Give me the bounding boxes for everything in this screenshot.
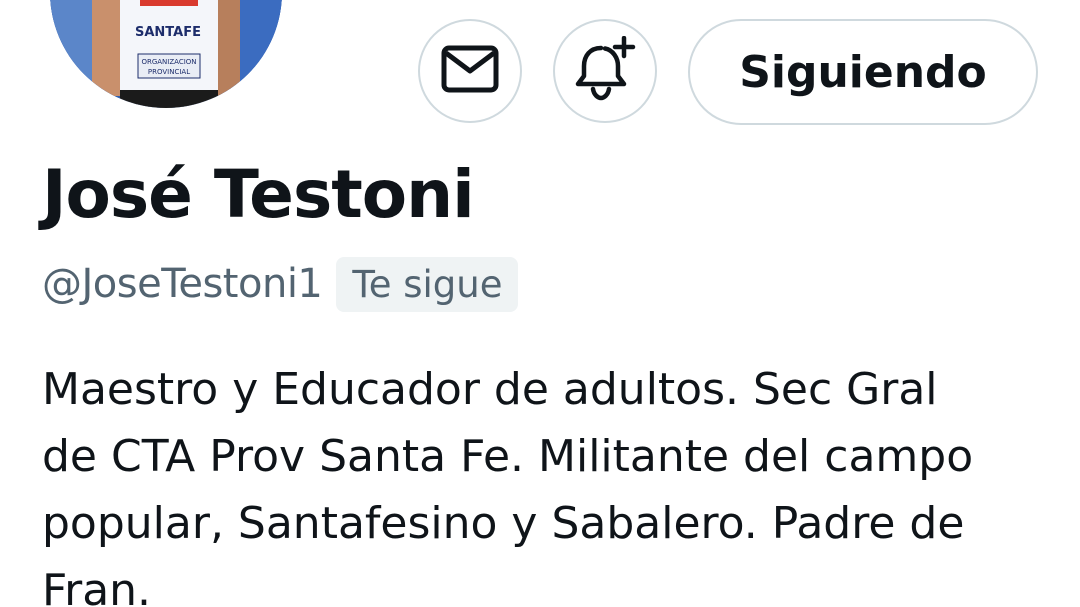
- avatar-shirt-text-3: PROVINCIAL: [148, 68, 190, 76]
- message-button[interactable]: [418, 19, 522, 123]
- display-name: José Testoni: [42, 156, 475, 233]
- user-handle: @JoseTestoni1: [42, 261, 323, 307]
- following-button[interactable]: Siguiendo: [688, 19, 1038, 125]
- notify-button[interactable]: [553, 19, 657, 123]
- bio-line: Fran.: [42, 565, 152, 607]
- bio-line: Maestro y Educador de adultos. Sec Gral: [42, 364, 938, 415]
- profile-header: SANTAFE ORGANIZACION PROVINCIAL Siguiend…: [0, 0, 1080, 607]
- avatar[interactable]: SANTAFE ORGANIZACION PROVINCIAL: [50, 0, 282, 108]
- avatar-photo: SANTAFE ORGANIZACION PROVINCIAL: [50, 0, 282, 108]
- avatar-shirt-text-1: SANTAFE: [135, 25, 201, 40]
- bio-line: de CTA Prov Santa Fe. Militante del camp…: [42, 431, 974, 482]
- follows-you-badge: Te sigue: [336, 256, 519, 312]
- handle-row: @JoseTestoni1 Te sigue: [42, 254, 519, 314]
- avatar-shirt-text-2: ORGANIZACION: [141, 58, 196, 66]
- profile-bio: Maestro y Educador de adultos. Sec Gral …: [42, 356, 1052, 607]
- envelope-icon: [441, 45, 499, 98]
- bio-line: popular, Santafesino y Sabalero. Padre d…: [42, 498, 965, 549]
- bell-plus-icon: [572, 35, 638, 107]
